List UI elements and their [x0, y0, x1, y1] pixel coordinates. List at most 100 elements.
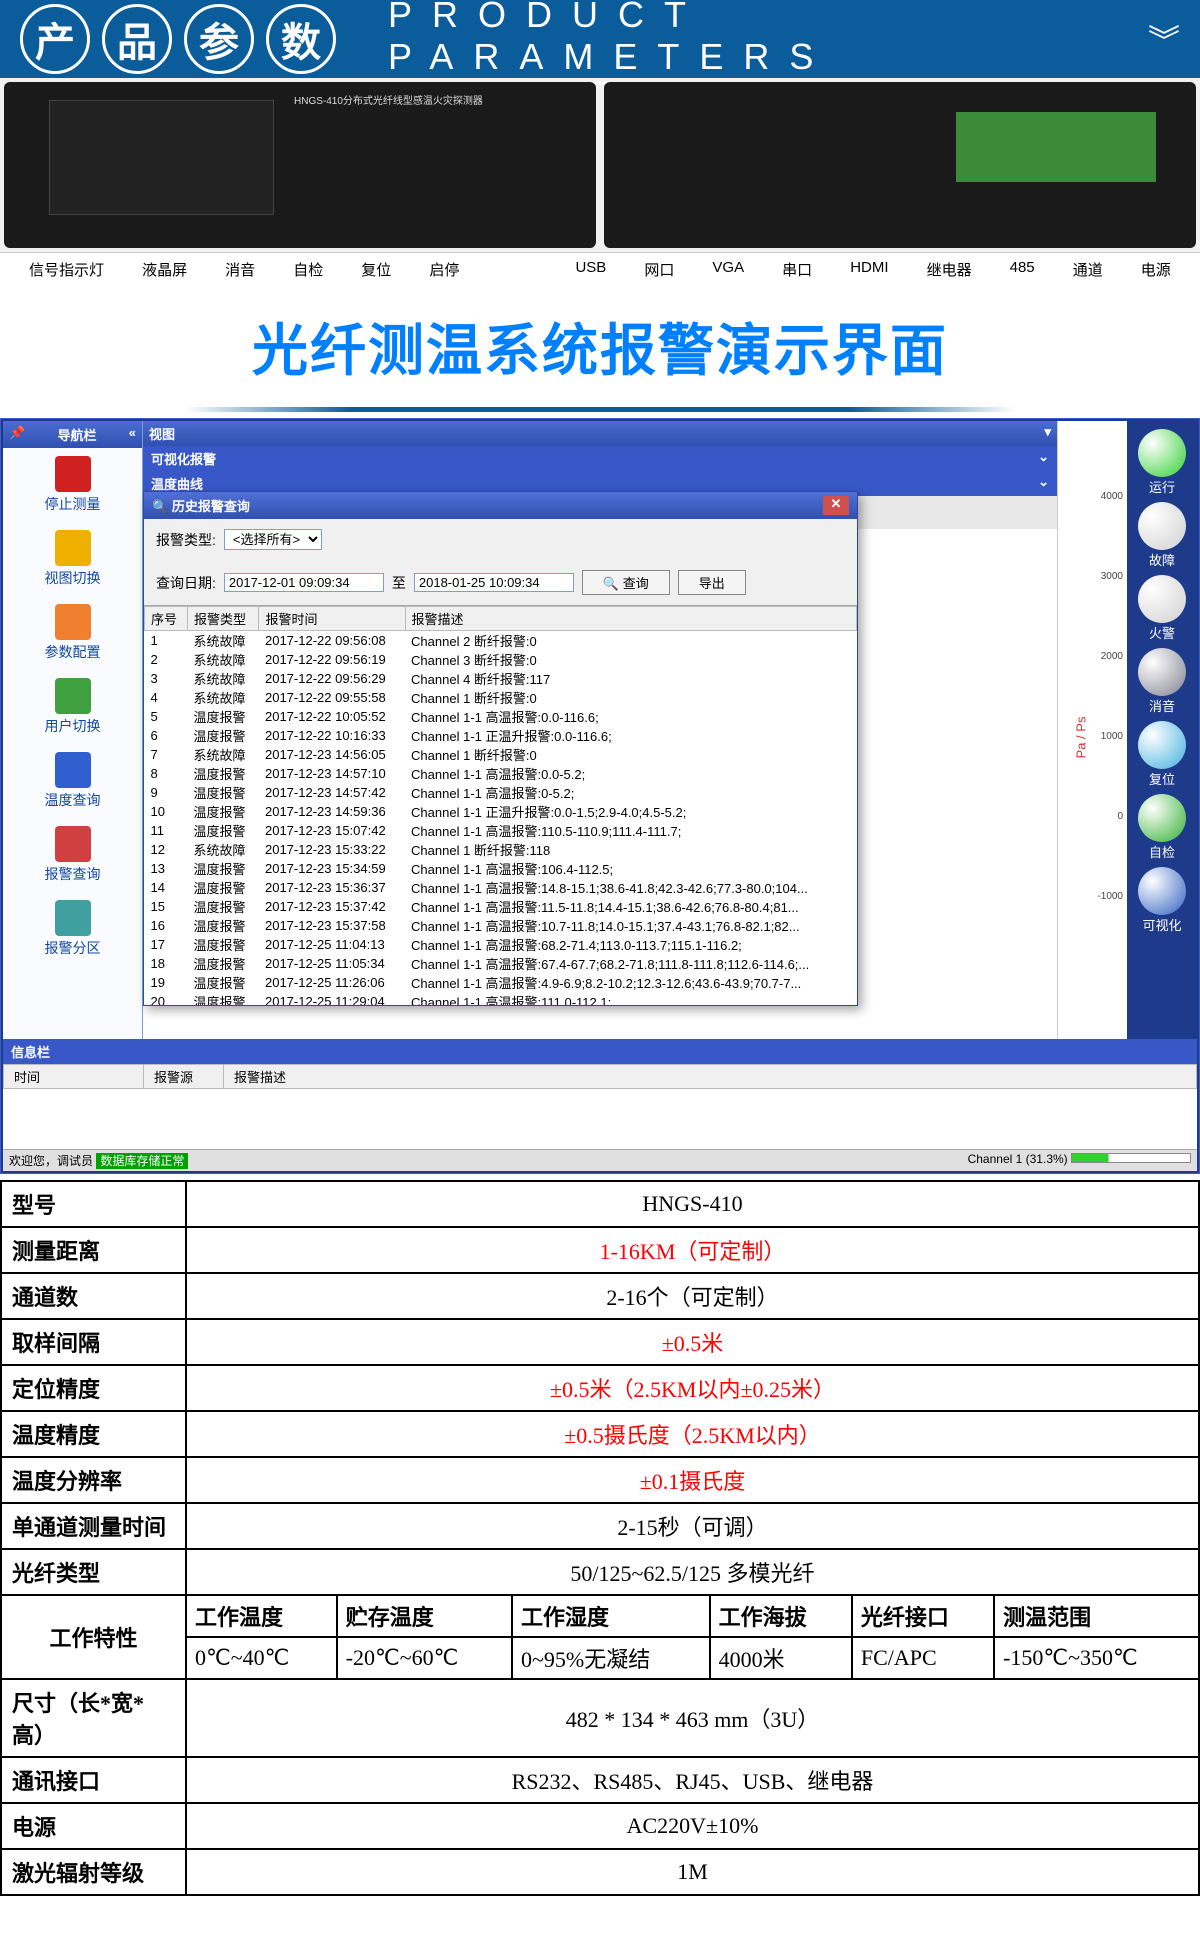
- date-to-label: 至: [392, 573, 406, 593]
- side-button-运行[interactable]: [1138, 429, 1186, 477]
- nav-item-用户切换[interactable]: 用户切换: [3, 670, 142, 744]
- side-button-可视化[interactable]: [1138, 867, 1186, 915]
- nav-icon: [55, 826, 91, 862]
- side-button-label: 可视化: [1138, 915, 1186, 934]
- spec-value: ±0.5米（2.5KM以内±0.25米）: [186, 1365, 1199, 1411]
- dialog-titlebar[interactable]: 🔍 历史报警查询 ✕: [144, 492, 857, 519]
- progress-bar: [1071, 1153, 1191, 1163]
- spec-value: 1-16KM（可定制）: [186, 1227, 1199, 1273]
- visual-alarm-header[interactable]: 可视化报警⌄: [143, 446, 1057, 471]
- spec-work-val: 0℃~40℃: [186, 1637, 337, 1679]
- nav-item-参数配置[interactable]: 参数配置: [3, 596, 142, 670]
- col-time[interactable]: 报警时间: [259, 607, 405, 631]
- table-row[interactable]: 5温度报警2017-12-22 10:05:52Channel 1-1 高温报警…: [145, 707, 857, 726]
- table-row[interactable]: 14温度报警2017-12-23 15:36:37Channel 1-1 高温报…: [145, 878, 857, 897]
- spec-key: 温度精度: [1, 1411, 186, 1457]
- table-row[interactable]: 12系统故障2017-12-23 15:33:22Channel 1 断纤报警:…: [145, 840, 857, 859]
- nav-item-停止测量[interactable]: 停止测量: [3, 448, 142, 522]
- info-col-desc: 报警描述: [224, 1065, 1197, 1089]
- spec-value: ±0.5摄氏度（2.5KM以内）: [186, 1411, 1199, 1457]
- dialog-close-button[interactable]: ✕: [823, 496, 849, 515]
- spec-value: 482 * 134 * 463 mm（3U）: [186, 1679, 1199, 1757]
- table-row[interactable]: 19温度报警2017-12-25 11:26:06Channel 1-1 高温报…: [145, 973, 857, 992]
- side-button-复位[interactable]: [1138, 721, 1186, 769]
- title-underline: [185, 407, 1015, 412]
- table-row[interactable]: 2系统故障2017-12-22 09:56:19Channel 3 断纤报警:0: [145, 650, 857, 669]
- table-row[interactable]: 11温度报警2017-12-23 15:07:42Channel 1-1 高温报…: [145, 821, 857, 840]
- view-panel-title: 视图: [149, 424, 175, 443]
- table-row[interactable]: 7系统故障2017-12-23 14:56:05Channel 1 断纤报警:0: [145, 745, 857, 764]
- status-db: 数据库存储正常: [96, 1153, 188, 1169]
- table-row[interactable]: 9温度报警2017-12-23 14:57:42Channel 1-1 高温报警…: [145, 783, 857, 802]
- spec-key: 温度分辨率: [1, 1457, 186, 1503]
- date-from-input[interactable]: [224, 573, 384, 592]
- banner-char-2: 品: [102, 4, 172, 74]
- table-row[interactable]: 3系统故障2017-12-22 09:56:29Channel 4 断纤报警:1…: [145, 669, 857, 688]
- table-row[interactable]: 16温度报警2017-12-23 15:37:58Channel 1-1 高温报…: [145, 916, 857, 935]
- spec-work-val: FC/APC: [852, 1637, 994, 1679]
- table-row[interactable]: 17温度报警2017-12-25 11:04:13Channel 1-1 高温报…: [145, 935, 857, 954]
- spec-value: HNGS-410: [186, 1181, 1199, 1227]
- side-button-火警[interactable]: [1138, 575, 1186, 623]
- side-button-label: 运行: [1138, 477, 1186, 496]
- hw-label: 消音: [225, 259, 255, 280]
- table-row[interactable]: 18温度报警2017-12-25 11:05:34Channel 1-1 高温报…: [145, 954, 857, 973]
- nav-item-报警查询[interactable]: 报警查询: [3, 818, 142, 892]
- side-button-自检[interactable]: [1138, 794, 1186, 842]
- table-row[interactable]: 15温度报警2017-12-23 15:37:42Channel 1-1 高温报…: [145, 897, 857, 916]
- hw-label: 继电器: [927, 259, 972, 280]
- terminal-block: [956, 112, 1156, 182]
- alarm-results-table[interactable]: 序号 报警类型 报警时间 报警描述 1系统故障2017-12-22 09:56:…: [144, 605, 857, 1005]
- spec-key: 电源: [1, 1803, 186, 1849]
- gauge-tick: 3000: [1101, 571, 1123, 582]
- col-index[interactable]: 序号: [145, 607, 188, 631]
- view-panel-header: 视图 ▾: [143, 421, 1057, 446]
- col-type[interactable]: 报警类型: [187, 607, 259, 631]
- info-col-source: 报警源: [144, 1065, 224, 1089]
- nav-label: 视图切换: [45, 570, 101, 586]
- table-row[interactable]: 6温度报警2017-12-22 10:16:33Channel 1-1 正温升报…: [145, 726, 857, 745]
- table-row[interactable]: 13温度报警2017-12-23 15:34:59Channel 1-1 高温报…: [145, 859, 857, 878]
- gauge-ylabel: Pa / Ps: [1073, 717, 1088, 759]
- info-bar-header: 信息栏: [3, 1039, 1197, 1064]
- gauge-tick: 0: [1117, 811, 1123, 822]
- spec-work-col: 光纤接口: [852, 1595, 994, 1637]
- col-desc[interactable]: 报警描述: [405, 607, 856, 631]
- table-row[interactable]: 20温度报警2017-12-25 11:29:04Channel 1-1 高温报…: [145, 992, 857, 1005]
- gauge-tick: 4000: [1101, 491, 1123, 502]
- query-button[interactable]: 🔍 查询: [582, 570, 670, 595]
- banner-char-3: 参: [184, 4, 254, 74]
- table-row[interactable]: 4系统故障2017-12-22 09:55:58Channel 1 断纤报警:0: [145, 688, 857, 707]
- spec-value: 50/125~62.5/125 多模光纤: [186, 1549, 1199, 1595]
- side-button-label: 消音: [1138, 696, 1186, 715]
- side-button-故障[interactable]: [1138, 502, 1186, 550]
- table-row[interactable]: 8温度报警2017-12-23 14:57:10Channel 1-1 高温报警…: [145, 764, 857, 783]
- nav-item-报警分区[interactable]: 报警分区: [3, 892, 142, 966]
- date-to-input[interactable]: [414, 573, 574, 592]
- lcd-screen: [49, 100, 274, 215]
- panel-menu-icon[interactable]: ▾: [1044, 424, 1051, 443]
- nav-item-温度查询[interactable]: 温度查询: [3, 744, 142, 818]
- gauge-tick: 2000: [1101, 651, 1123, 662]
- nav-item-视图切换[interactable]: 视图切换: [3, 522, 142, 596]
- export-button[interactable]: 导出: [678, 570, 746, 595]
- side-button-消音[interactable]: [1138, 648, 1186, 696]
- nav-icon: [55, 530, 91, 566]
- device-back-photo: [604, 82, 1196, 248]
- spec-key: 定位精度: [1, 1365, 186, 1411]
- hw-label: 网口: [644, 259, 674, 280]
- spec-work-col: 工作温度: [186, 1595, 337, 1637]
- info-table: 时间 报警源 报警描述: [3, 1064, 1197, 1149]
- gauge-tick: -1000: [1097, 891, 1123, 902]
- collapse-icon[interactable]: «: [129, 425, 136, 444]
- spec-work-header: 工作特性: [1, 1595, 186, 1679]
- table-row[interactable]: 10温度报警2017-12-23 14:59:36Channel 1-1 正温升…: [145, 802, 857, 821]
- spec-table: 型号HNGS-410测量距离1-16KM（可定制）通道数2-16个（可定制）取样…: [0, 1180, 1200, 1896]
- spec-work-col: 工作海拔: [710, 1595, 852, 1637]
- table-row[interactable]: 1系统故障2017-12-22 09:56:08Channel 2 断纤报警:0: [145, 631, 857, 651]
- info-col-time: 时间: [4, 1065, 144, 1089]
- device-front-photo: HNGS-410分布式光纤线型感温火灾探测器: [4, 82, 596, 248]
- alarm-type-select[interactable]: <选择所有>: [224, 529, 322, 550]
- hardware-photo-row: HNGS-410分布式光纤线型感温火灾探测器: [0, 78, 1200, 253]
- spec-value: RS232、RS485、RJ45、USB、继电器: [186, 1757, 1199, 1803]
